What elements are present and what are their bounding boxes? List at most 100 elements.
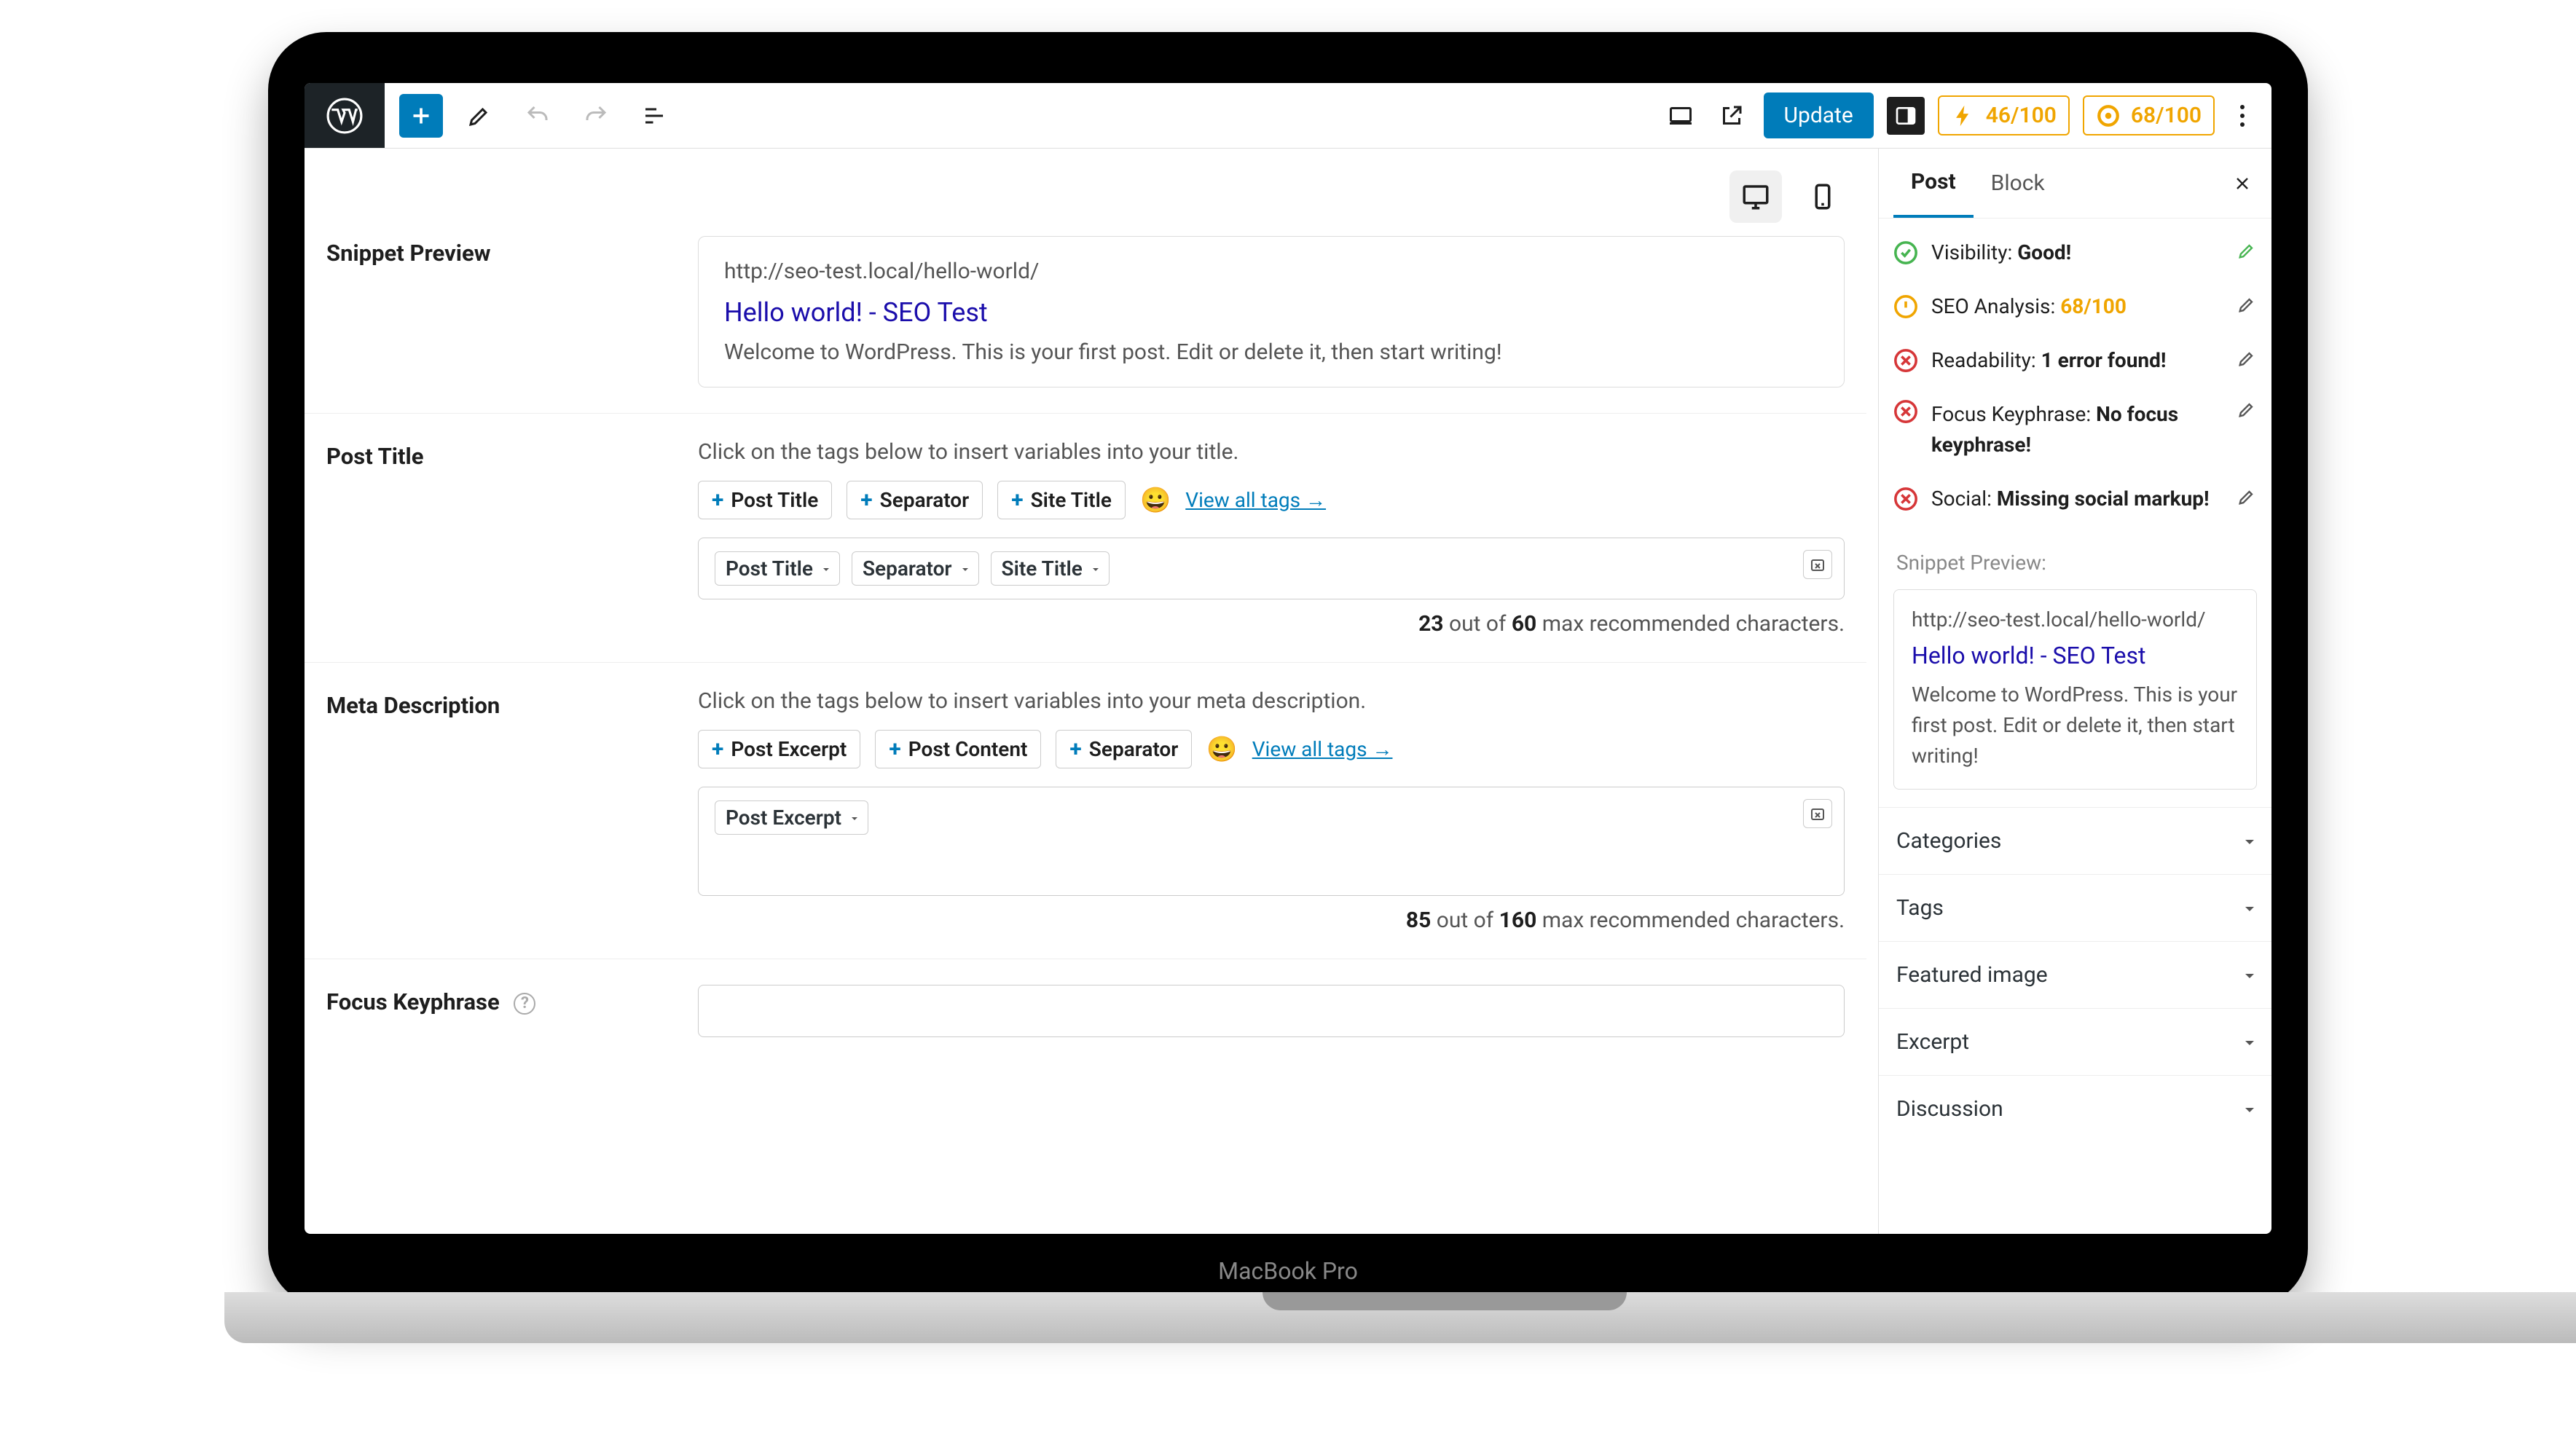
laptop-frame: Update 46/100 68/100 xyxy=(0,0,2576,1448)
seo-score-badge[interactable]: 68/100 xyxy=(2083,95,2215,135)
snippet-description: Welcome to WordPress. This is your first… xyxy=(724,339,1818,365)
alert-circle-icon xyxy=(1893,294,1918,319)
laptop-base xyxy=(224,1292,2576,1343)
snippet-preview-label: Snippet Preview xyxy=(326,236,698,387)
clear-input-button[interactable] xyxy=(1803,799,1832,828)
preview-desktop-button[interactable] xyxy=(1729,170,1782,223)
seo-status-list: Visibility: Good! SEO Analysis: 68/100 R… xyxy=(1879,219,2271,533)
clear-input-button[interactable] xyxy=(1803,550,1832,579)
plus-icon: + xyxy=(889,736,900,762)
sidebar-snippet-box: http://seo-test.local/hello-world/ Hello… xyxy=(1893,589,2257,790)
used-tag-separator[interactable]: Separator xyxy=(852,551,979,586)
editor-main-area: Snippet Preview http://seo-test.local/he… xyxy=(305,149,1878,1234)
laptop-bezel: Update 46/100 68/100 xyxy=(268,32,2308,1307)
close-sidebar-button[interactable] xyxy=(2228,169,2257,198)
focus-keyphrase-input[interactable] xyxy=(698,985,1845,1037)
readability-score-badge[interactable]: 46/100 xyxy=(1938,95,2070,135)
edit-icon[interactable] xyxy=(2237,487,2257,512)
more-options-button[interactable] xyxy=(2228,103,2257,129)
status-seo-analysis[interactable]: SEO Analysis: 68/100 xyxy=(1893,280,2257,334)
preview-mobile-button[interactable] xyxy=(1796,170,1849,223)
status-focus-keyphrase[interactable]: Focus Keyphrase: No focus keyphrase! xyxy=(1893,387,2257,472)
used-tag-post-excerpt[interactable]: Post Excerpt xyxy=(715,800,868,835)
chevron-down-icon xyxy=(2245,1041,2254,1050)
document-overview-button[interactable] xyxy=(632,94,676,138)
chevron-down-icon xyxy=(2245,1108,2254,1117)
used-tag-site-title[interactable]: Site Title xyxy=(991,551,1110,586)
meta-description-label: Meta Description xyxy=(326,688,698,933)
plus-icon: + xyxy=(1069,736,1081,762)
tab-post[interactable]: Post xyxy=(1893,149,1974,218)
status-social[interactable]: Social: Missing social markup! xyxy=(1893,472,2257,526)
snippet-url: http://seo-test.local/hello-world/ xyxy=(1912,607,2239,631)
sidebar-toggle-button[interactable] xyxy=(1887,97,1925,135)
chevron-down-icon xyxy=(2245,840,2254,849)
panel-excerpt[interactable]: Excerpt xyxy=(1879,1008,2271,1075)
emoji-picker-button[interactable]: 😀 xyxy=(1140,486,1171,515)
snippet-preview-box: http://seo-test.local/hello-world/ Hello… xyxy=(698,236,1845,387)
preview-device-switch xyxy=(1729,170,1849,223)
add-tag-post-title[interactable]: +Post Title xyxy=(698,481,832,519)
readability-score-value: 46/100 xyxy=(1986,103,2057,128)
editor-toolbar: Update 46/100 68/100 xyxy=(305,83,2271,149)
edit-icon[interactable] xyxy=(2237,240,2257,266)
open-external-button[interactable] xyxy=(1713,97,1751,135)
panel-discussion[interactable]: Discussion xyxy=(1879,1075,2271,1142)
post-title-label: Post Title xyxy=(326,439,698,637)
meta-description-hint: Click on the tags below to insert variab… xyxy=(698,688,1845,714)
app-window: Update 46/100 68/100 xyxy=(305,83,2271,1234)
meta-description-input[interactable]: Post Excerpt xyxy=(698,787,1845,896)
chevron-down-icon xyxy=(2245,907,2254,916)
post-title-input[interactable]: Post Title Separator Site Title xyxy=(698,538,1845,599)
update-button[interactable]: Update xyxy=(1764,93,1874,138)
plus-icon: + xyxy=(712,487,723,513)
view-all-tags-link[interactable]: View all tags → xyxy=(1252,737,1393,761)
edit-tool-button[interactable] xyxy=(458,94,501,138)
status-readability[interactable]: Readability: 1 error found! xyxy=(1893,334,2257,387)
focus-keyphrase-label: Focus Keyphrase ? xyxy=(326,985,698,1037)
post-title-char-count: 23 out of 60 max recommended characters. xyxy=(698,611,1845,637)
view-all-tags-link[interactable]: View all tags → xyxy=(1185,488,1326,512)
chevron-down-icon xyxy=(1093,568,1099,574)
snippet-url: http://seo-test.local/hello-world/ xyxy=(724,259,1818,284)
snippet-title: Hello world! - SEO Test xyxy=(724,297,1818,328)
edit-icon[interactable] xyxy=(2237,294,2257,320)
add-tag-site-title[interactable]: +Site Title xyxy=(997,481,1126,519)
used-tag-post-title[interactable]: Post Title xyxy=(715,551,840,586)
add-block-button[interactable] xyxy=(399,94,443,138)
tab-block[interactable]: Block xyxy=(1974,150,2062,216)
check-circle-icon xyxy=(1893,240,1918,265)
seo-score-value: 68/100 xyxy=(2131,103,2202,128)
edit-icon[interactable] xyxy=(2237,399,2257,425)
undo-button[interactable] xyxy=(516,94,559,138)
panel-tags[interactable]: Tags xyxy=(1879,874,2271,941)
help-icon[interactable]: ? xyxy=(514,993,535,1015)
chevron-down-icon xyxy=(2245,974,2254,983)
panel-categories[interactable]: Categories xyxy=(1879,807,2271,874)
error-circle-icon xyxy=(1893,348,1918,373)
laptop-notch xyxy=(1263,1292,1627,1310)
post-title-hint: Click on the tags below to insert variab… xyxy=(698,439,1845,465)
tag-label: Site Title xyxy=(1031,488,1112,512)
chevron-down-icon xyxy=(823,568,829,574)
view-desktop-button[interactable] xyxy=(1662,97,1700,135)
snippet-description: Welcome to WordPress. This is your first… xyxy=(1912,680,2239,771)
add-tag-separator[interactable]: +Separator xyxy=(847,481,983,519)
sidebar-snippet-label: Snippet Preview: xyxy=(1879,533,2271,582)
wordpress-logo[interactable] xyxy=(305,83,385,148)
target-icon xyxy=(2096,103,2121,128)
add-tag-post-content[interactable]: + Post Content xyxy=(875,730,1041,768)
sidebar-tabs: Post Block xyxy=(1879,149,2271,219)
meta-description-char-count: 85 out of 160 max recommended characters… xyxy=(698,908,1845,933)
edit-icon[interactable] xyxy=(2237,348,2257,374)
bolt-icon xyxy=(1951,103,1976,128)
add-tag-separator-meta[interactable]: +Separator xyxy=(1056,730,1192,768)
panel-featured-image[interactable]: Featured image xyxy=(1879,941,2271,1008)
tag-label: Separator xyxy=(880,488,970,512)
emoji-picker-button[interactable]: 😀 xyxy=(1206,735,1237,764)
redo-button[interactable] xyxy=(574,94,618,138)
add-tag-post-excerpt[interactable]: +Post Excerpt xyxy=(698,730,860,768)
chevron-down-icon xyxy=(852,817,857,823)
status-visibility[interactable]: Visibility: Good! xyxy=(1893,226,2257,280)
tag-label: Post Content xyxy=(908,737,1028,761)
